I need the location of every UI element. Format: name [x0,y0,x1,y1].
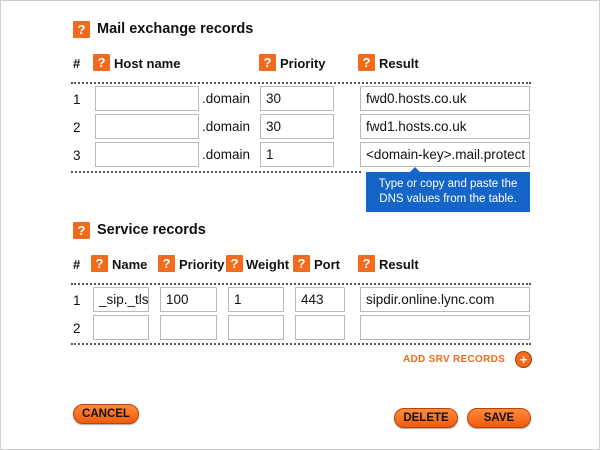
mx-priority-input[interactable]: 30 [260,114,334,139]
srv-weight-input[interactable] [228,315,284,340]
help-icon[interactable]: ? [259,54,276,71]
srv-port-input[interactable] [295,315,345,340]
mx-header-result: Result [379,56,419,71]
mx-row-number: 2 [73,120,81,135]
help-icon[interactable]: ? [158,255,175,272]
srv-result-input[interactable] [360,315,530,340]
divider [71,283,531,285]
divider [71,343,531,345]
help-icon[interactable]: ? [73,21,90,38]
help-tooltip: Type or copy and paste the DNS values fr… [366,172,530,212]
srv-header-name: Name [112,257,148,272]
srv-priority-input[interactable] [160,315,217,340]
srv-port-input[interactable]: 443 [295,287,345,312]
mx-host-input[interactable] [95,142,199,167]
divider [71,171,361,173]
mx-host-input[interactable] [95,86,199,111]
help-icon[interactable]: ? [73,222,90,239]
srv-header-weight: Weight [246,257,290,272]
mx-host-input[interactable] [95,114,199,139]
help-icon[interactable]: ? [93,54,110,71]
mx-row-number: 1 [73,92,81,107]
mx-priority-input[interactable]: 1 [260,142,334,167]
page-frame: ? Mail exchange records # ? Host name ? … [0,0,600,450]
help-icon[interactable]: ? [226,255,243,272]
srv-section-title: Service records [97,222,206,238]
cancel-button[interactable]: CANCEL [73,404,139,424]
help-icon[interactable]: ? [358,255,375,272]
srv-header-port: Port [314,257,340,272]
mx-header-number: # [73,56,81,71]
srv-weight-input[interactable]: 1 [228,287,284,312]
srv-row-number: 1 [73,293,81,308]
mx-section-title: Mail exchange records [97,21,254,37]
srv-result-input[interactable]: sipdir.online.lync.com [360,287,530,312]
mx-result-input[interactable]: fwd0.hosts.co.uk [360,86,530,111]
mx-result-input[interactable]: fwd1.hosts.co.uk [360,114,530,139]
mx-result-input[interactable]: <domain-key>.mail.protect [360,142,530,167]
srv-name-input[interactable]: _sip._tls [93,287,149,312]
mx-row-number: 3 [73,148,81,163]
domain-suffix: .domain [202,147,251,162]
add-srv-records-link[interactable]: ADD SRV RECORDS [403,354,505,365]
domain-suffix: .domain [202,119,251,134]
srv-priority-input[interactable]: 100 [160,287,217,312]
save-button[interactable]: SAVE [467,408,531,428]
srv-row-number: 2 [73,321,81,336]
srv-header-priority: Priority [179,257,225,272]
add-icon[interactable]: + [516,352,531,367]
mx-header-priority: Priority [280,56,326,71]
mx-header-host: Host name [114,56,181,71]
divider [71,82,531,84]
help-icon[interactable]: ? [293,255,310,272]
srv-name-input[interactable] [93,315,149,340]
mx-priority-input[interactable]: 30 [260,86,334,111]
delete-button[interactable]: DELETE [394,408,458,428]
srv-header-result: Result [379,257,419,272]
domain-suffix: .domain [202,91,251,106]
srv-header-number: # [73,257,81,272]
help-icon[interactable]: ? [358,54,375,71]
help-icon[interactable]: ? [91,255,108,272]
